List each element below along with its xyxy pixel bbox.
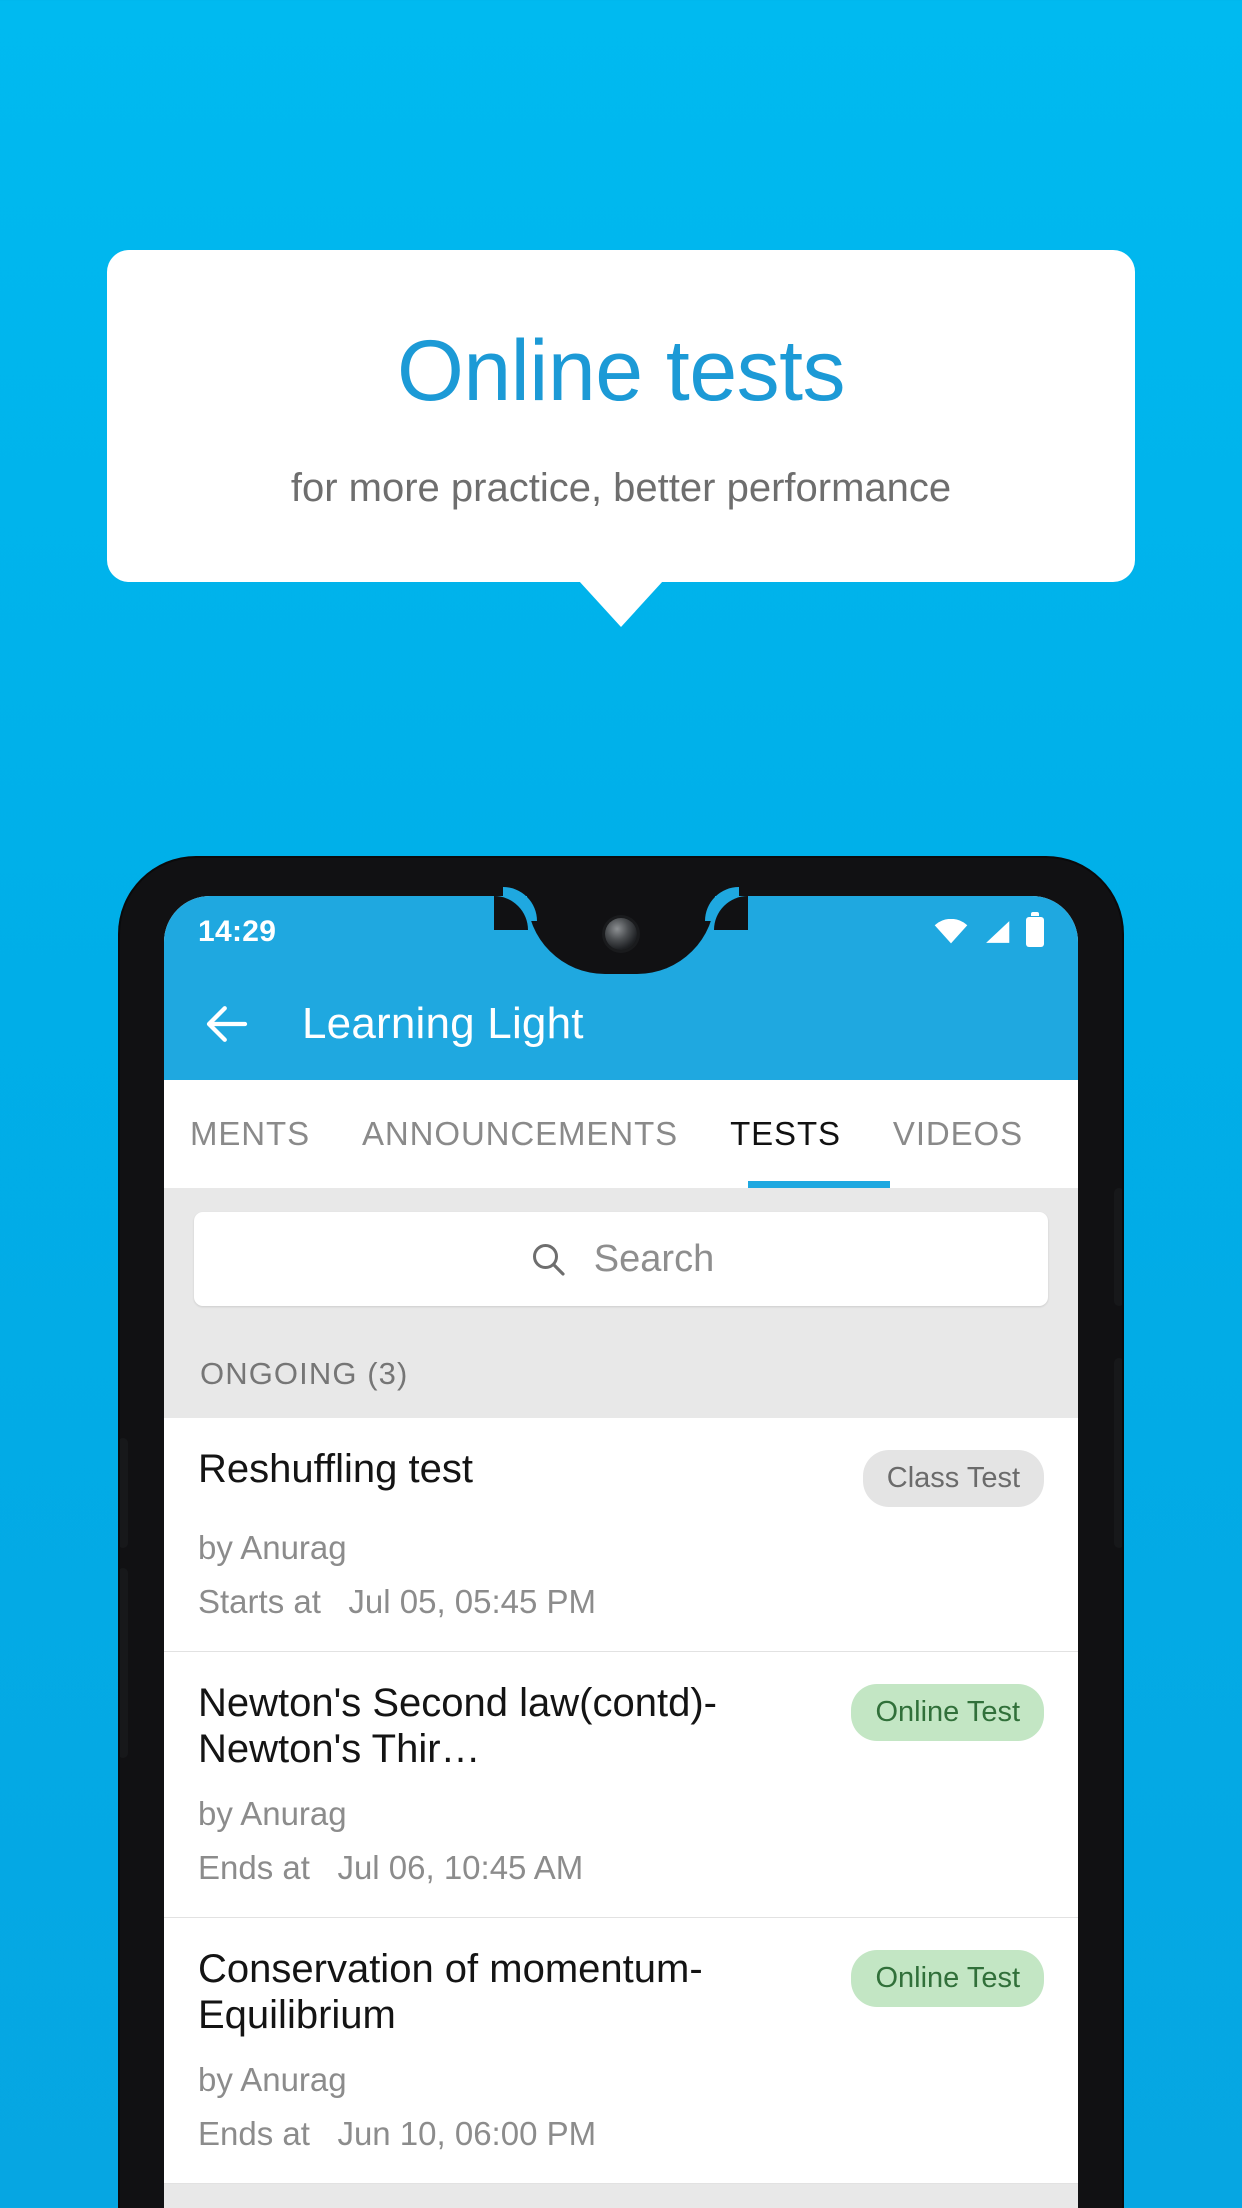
- phone-button-left-lower: [120, 1568, 128, 1758]
- status-badge: Online Test: [851, 1684, 1044, 1741]
- promo-subtitle: for more practice, better performance: [290, 466, 952, 510]
- status-bar-clock: 14:29: [198, 915, 277, 948]
- test-author: by Anurag: [198, 1794, 347, 1832]
- search-container: Search: [164, 1188, 1078, 1332]
- test-time-value: Jun 10, 06:00 PM: [337, 2114, 597, 2152]
- test-time-value: Jul 06, 10:45 AM: [337, 1848, 584, 1886]
- test-time-label: Starts at: [198, 1583, 321, 1620]
- test-time: Ends at Jun 10, 06:00 PM: [198, 2115, 1044, 2153]
- status-badge: Class Test: [862, 1450, 1044, 1507]
- test-title: Newton's Second law(contd)-Newton's Thir…: [198, 1681, 717, 1772]
- test-row-top: Conservation of momentum-Equilibrium Onl…: [198, 1946, 1044, 2039]
- search-placeholder-text: Search: [593, 1237, 715, 1280]
- test-author: by Anurag: [198, 1529, 347, 1566]
- phone-device-frame: 14:29 Learning Light MENTS ANNOUNCEMENTS…: [120, 858, 1122, 2208]
- test-title: Conservation of momentum-Equilibrium: [198, 1946, 703, 2038]
- search-input[interactable]: Search: [194, 1212, 1048, 1306]
- front-camera-icon: [605, 918, 637, 950]
- tab-bar: MENTS ANNOUNCEMENTS TESTS VIDEOS: [164, 1080, 1078, 1188]
- phone-power-button: [1114, 1188, 1122, 1306]
- section-header-ongoing: ONGOING (3): [164, 1332, 1078, 1418]
- test-row-top: Reshuffling test Class Test: [198, 1446, 1044, 1507]
- section-header-completed: COMPLETED (1): [164, 2183, 1078, 2208]
- test-time-label: Ends at: [198, 2114, 310, 2152]
- phone-button-left-upper: [120, 1438, 128, 1548]
- tab-tests[interactable]: TESTS: [704, 1080, 867, 1188]
- promo-callout: Online tests for more practice, better p…: [0, 250, 1242, 627]
- test-title: Reshuffling test: [198, 1447, 473, 1491]
- test-time: Ends at Jul 06, 10:45 AM: [198, 1849, 1044, 1887]
- tab-active-indicator: [748, 1181, 890, 1188]
- back-arrow-icon[interactable]: [200, 997, 254, 1051]
- test-time-label: Ends at: [198, 1848, 310, 1886]
- test-time: Starts at Jul 05, 05:45 PM: [198, 1583, 1044, 1621]
- app-bar-title: Learning Light: [302, 999, 584, 1048]
- promo-tail-arrow: [579, 581, 663, 627]
- status-bar-icons: [934, 912, 1044, 947]
- tests-list-content: Search ONGOING (3) Reshuffling test Clas…: [164, 1188, 1078, 2208]
- test-row-top: Newton's Second law(contd)-Newton's Thir…: [198, 1680, 1044, 1773]
- status-badge: Online Test: [851, 1949, 1044, 2007]
- test-time-value: Jul 05, 05:45 PM: [348, 1583, 597, 1620]
- list-item[interactable]: Reshuffling test Class Test by Anurag St…: [164, 1418, 1078, 1652]
- promo-card: Online tests for more practice, better p…: [107, 250, 1135, 582]
- battery-icon: [1026, 912, 1044, 947]
- phone-volume-button-right: [1114, 1358, 1122, 1548]
- search-icon: [532, 1244, 565, 1276]
- test-author: by Anurag: [198, 2060, 347, 2098]
- tab-announcements[interactable]: ANNOUNCEMENTS: [336, 1080, 704, 1188]
- tab-assignments[interactable]: MENTS: [164, 1080, 336, 1188]
- app-bar: Learning Light: [164, 968, 1078, 1080]
- list-item[interactable]: Conservation of momentum-Equilibrium Onl…: [164, 1917, 1078, 2184]
- signal-icon: [986, 921, 1010, 943]
- phone-screen: 14:29 Learning Light MENTS ANNOUNCEMENTS…: [164, 896, 1078, 2208]
- list-item[interactable]: Newton's Second law(contd)-Newton's Thir…: [164, 1652, 1078, 1918]
- wifi-icon: [934, 919, 968, 944]
- promo-title: Online tests: [396, 323, 846, 419]
- tab-videos[interactable]: VIDEOS: [867, 1080, 1049, 1188]
